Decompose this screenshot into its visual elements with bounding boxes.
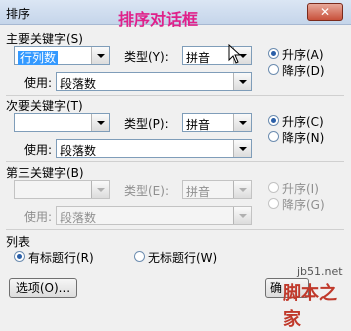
primary-desc-radio[interactable]: [268, 64, 279, 75]
third-asc-radio[interactable]: [268, 182, 279, 193]
primary-desc-label[interactable]: 降序(D): [282, 62, 325, 79]
divider: [6, 95, 344, 96]
secondary-use-select[interactable]: 段落数: [56, 139, 252, 158]
with-header-label[interactable]: 有标题行(R): [28, 249, 94, 266]
third-desc-radio[interactable]: [268, 198, 279, 209]
close-icon: ✕: [319, 5, 331, 19]
primary-key-heading: 主要关键字(S): [6, 32, 83, 46]
chevron-down-icon[interactable]: [91, 47, 109, 64]
chevron-down-icon[interactable]: [91, 114, 109, 131]
primary-key-select[interactable]: 行列数: [14, 46, 110, 65]
watermark-brand: 脚本之家: [283, 283, 337, 330]
secondary-type-label: 类型(P):: [124, 117, 169, 131]
third-key-select[interactable]: [14, 180, 110, 199]
without-header-radio[interactable]: [134, 251, 145, 262]
chevron-down-icon[interactable]: [233, 140, 251, 157]
chevron-down-icon[interactable]: [233, 114, 251, 131]
third-type-select[interactable]: 拼音: [182, 180, 252, 199]
chevron-down-icon[interactable]: [233, 73, 251, 90]
third-use-select[interactable]: 段落数: [56, 206, 252, 225]
third-desc-label[interactable]: 降序(G): [282, 196, 325, 213]
secondary-type-select[interactable]: 拼音: [182, 113, 252, 132]
annotation-title: 排序对话框: [118, 10, 199, 29]
list-heading: 列表: [6, 235, 31, 249]
third-key-heading: 第三关键字(B): [6, 166, 84, 180]
secondary-use-label: 使用:: [24, 143, 53, 157]
third-use-value: 段落数: [60, 211, 97, 225]
primary-use-label: 使用:: [24, 76, 53, 90]
mouse-cursor-icon: [228, 44, 242, 64]
options-button[interactable]: 选项(O)...: [9, 278, 77, 298]
primary-asc-label[interactable]: 升序(A): [282, 46, 324, 63]
close-button[interactable]: ✕: [307, 3, 343, 21]
chevron-down-icon[interactable]: [91, 181, 109, 198]
third-type-value: 拼音: [186, 185, 211, 199]
divider: [6, 229, 344, 230]
secondary-use-value: 段落数: [60, 144, 97, 158]
window-title: 排序: [6, 7, 31, 21]
divider: [6, 161, 344, 162]
secondary-key-select[interactable]: [14, 113, 110, 132]
third-use-label: 使用:: [24, 210, 53, 224]
secondary-asc-label[interactable]: 升序(C): [282, 113, 324, 130]
primary-key-value: 行列数: [18, 51, 59, 65]
with-header-radio[interactable]: [14, 251, 25, 262]
third-asc-label[interactable]: 升序(I): [282, 180, 319, 197]
chevron-down-icon[interactable]: [233, 181, 251, 198]
primary-type-value: 拼音: [186, 51, 211, 65]
secondary-asc-radio[interactable]: [268, 115, 279, 126]
primary-use-select[interactable]: 段落数: [56, 72, 252, 91]
secondary-desc-label[interactable]: 降序(N): [282, 129, 324, 146]
secondary-desc-radio[interactable]: [268, 131, 279, 142]
watermark-site: jb51.net: [297, 265, 343, 278]
secondary-type-value: 拼音: [186, 118, 211, 132]
secondary-key-heading: 次要关键字(T): [6, 99, 83, 113]
primary-use-value: 段落数: [60, 77, 97, 91]
without-header-label[interactable]: 无标题行(W): [148, 249, 217, 266]
chevron-down-icon[interactable]: [233, 207, 251, 224]
primary-type-label: 类型(Y):: [124, 50, 169, 64]
primary-asc-radio[interactable]: [268, 48, 279, 59]
third-type-label: 类型(E):: [124, 184, 169, 198]
